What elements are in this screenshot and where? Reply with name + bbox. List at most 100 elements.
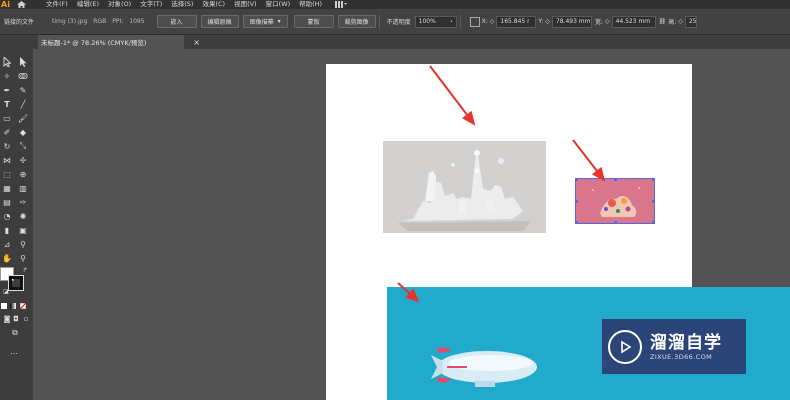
opacity-field[interactable]: 100% ›	[414, 15, 457, 28]
image-trace-button[interactable]: 图像描摹 ▾	[242, 15, 288, 28]
watermark-logo: 溜溜自学 ZIXUE.3D66.COM	[602, 319, 746, 374]
slice-tool-icon[interactable]: ⊿	[1, 238, 13, 250]
menu-window[interactable]: 窗口(W)	[266, 0, 291, 9]
width-field[interactable]: 44.523 mm	[611, 15, 656, 28]
menu-effect[interactable]: 效果(C)	[202, 0, 225, 9]
width-stepper-icon[interactable]: ◇	[605, 18, 610, 25]
perspective-grid-tool-icon[interactable]: ▦	[1, 182, 13, 194]
menu-items: 文件(F) 编辑(E) 对象(O) 文字(T) 选择(S) 效果(C) 视图(V…	[46, 0, 331, 9]
hand-tool-icon[interactable]: ✋	[1, 252, 13, 264]
align-grid-icon[interactable]	[469, 16, 480, 27]
ppi-value: 1095	[129, 18, 145, 25]
scale-tool-icon[interactable]: ⤡	[17, 140, 29, 152]
divider	[378, 14, 380, 29]
height-field[interactable]: 25	[684, 15, 697, 28]
placed-image-city[interactable]	[383, 141, 546, 233]
selection-handle[interactable]	[652, 200, 655, 203]
direct-selection-tool-icon[interactable]	[17, 56, 29, 68]
document-tab-title: 未标题-1* @ 78.26% (CMYK/预览)	[41, 39, 147, 47]
y-label: Y:	[538, 18, 544, 25]
menu-object[interactable]: 对象(O)	[108, 0, 131, 9]
mesh-tool-icon[interactable]: ▥	[17, 182, 29, 194]
chevron-down-icon: ▾	[277, 18, 281, 25]
document-tab-bar: 未标题-1* @ 78.26% (CMYK/预览) ×	[26, 35, 790, 49]
divider	[459, 14, 461, 29]
menu-edit[interactable]: 编辑(E)	[77, 0, 99, 9]
selection-handle[interactable]	[614, 178, 617, 181]
linked-file-label[interactable]: 链接的文件	[4, 17, 34, 26]
width-label: 宽:	[594, 19, 603, 26]
selection-tool-icon[interactable]	[1, 56, 13, 68]
play-icon	[608, 329, 642, 364]
blend-tool-icon[interactable]: ◔	[1, 210, 13, 222]
menu-select[interactable]: 选择(S)	[171, 0, 193, 9]
paintbrush-tool-icon[interactable]: 🖌	[17, 112, 29, 124]
rectangle-tool-icon[interactable]: ▭	[1, 112, 13, 124]
workspace-switcher-icon[interactable]	[335, 0, 349, 9]
zoom-tool-icon[interactable]: ⚲	[17, 252, 29, 264]
puppet-warp-tool-icon[interactable]: ✢	[17, 154, 29, 166]
crop-image-button[interactable]: 裁剪图像	[337, 15, 376, 28]
default-fill-stroke-icon[interactable]: ◪	[0, 285, 12, 297]
swap-fill-stroke-icon[interactable]: ↱	[19, 264, 31, 276]
artboard-tool-icon[interactable]: ▣	[17, 224, 29, 236]
watermark-text: 溜溜自学 ZIXUE.3D66.COM	[650, 333, 722, 361]
selection-handle[interactable]	[652, 178, 655, 181]
width-tool-icon[interactable]: ⋈	[1, 154, 13, 166]
control-bar: 链接的文件 timg (3).jpg RGB PPI: 1095 嵌入 编辑原稿…	[0, 9, 790, 35]
type-tool-icon[interactable]: T	[1, 98, 13, 110]
document-tab[interactable]: 未标题-1* @ 78.26% (CMYK/预览) ×	[38, 35, 200, 49]
none-mode-icon[interactable]	[20, 303, 26, 309]
shaper-tool-icon[interactable]: ✐	[1, 126, 13, 138]
selection-handle[interactable]	[614, 221, 617, 224]
menu-help[interactable]: 帮助(H)	[299, 0, 322, 9]
image-trace-label: 图像描摹	[249, 19, 274, 26]
menu-type[interactable]: 文字(T)	[140, 0, 162, 9]
pen-tool-icon[interactable]: ✒	[1, 84, 13, 96]
free-transform-tool-icon[interactable]: ⬚	[1, 168, 13, 180]
edit-original-button[interactable]: 编辑原稿	[200, 15, 239, 28]
color-mode: RGB	[93, 18, 107, 25]
selection-handle[interactable]	[575, 178, 578, 181]
more-tools-icon[interactable]: ⋯	[8, 347, 20, 359]
tools-panel: ✧ ↂ ✒ ✎ T ╱ ▭ 🖌 ✐ ◆ ↻ ⤡ ⋈ ✢ ⬚ ⊕ ▦ ▥ ▤ ✑ …	[0, 35, 33, 400]
home-icon[interactable]	[14, 0, 28, 9]
selection-handle[interactable]	[575, 221, 578, 224]
menu-file[interactable]: 文件(F)	[46, 0, 68, 9]
eyedropper-tool-icon[interactable]: ✑	[17, 196, 29, 208]
knife-tool-icon[interactable]: ⚲	[17, 238, 29, 250]
y-field[interactable]: 78.493 mm	[551, 15, 592, 28]
gradient-mode-icon[interactable]	[10, 303, 16, 309]
rotate-tool-icon[interactable]: ↻	[1, 140, 13, 152]
curvature-tool-icon[interactable]: ✎	[17, 84, 29, 96]
file-name[interactable]: timg (3).jpg	[52, 18, 87, 25]
opacity-value: 100%	[418, 18, 436, 25]
eraser-tool-icon[interactable]: ◆	[17, 126, 29, 138]
symbol-sprayer-tool-icon[interactable]: ✺	[17, 210, 29, 222]
shape-builder-tool-icon[interactable]: ⊕	[17, 168, 29, 180]
chevron-right-icon: ›	[450, 18, 453, 25]
column-graph-tool-icon[interactable]: ▮	[1, 224, 13, 236]
line-tool-icon[interactable]: ╱	[17, 98, 29, 110]
lasso-tool-icon[interactable]: ↂ	[17, 70, 29, 82]
ppi-label: PPI:	[112, 18, 124, 25]
menu-view[interactable]: 视图(V)	[234, 0, 257, 9]
embed-button[interactable]: 嵌入	[156, 15, 197, 28]
color-mode-icon[interactable]	[1, 303, 7, 309]
magic-wand-tool-icon[interactable]: ✧	[1, 70, 13, 82]
height-stepper-icon[interactable]: ◇	[678, 18, 683, 25]
x-stepper-icon[interactable]: ◇	[490, 18, 495, 25]
y-stepper-icon[interactable]: ◇	[545, 18, 550, 25]
selection-handle[interactable]	[575, 200, 578, 203]
placed-image-pink-selected[interactable]	[575, 178, 655, 224]
gradient-tool-icon[interactable]: ▤	[1, 196, 13, 208]
selection-handle[interactable]	[652, 221, 655, 224]
screen-mode-icon[interactable]: ⧉	[9, 327, 21, 339]
x-label: X:	[481, 18, 488, 25]
draw-inside-icon[interactable]: ▫	[20, 313, 32, 325]
x-field[interactable]: 165.845 r	[496, 15, 537, 28]
link-proportions-icon[interactable]: ⛓	[659, 18, 667, 25]
close-icon[interactable]: ×	[193, 38, 200, 47]
mask-button[interactable]: 蒙版	[293, 15, 334, 28]
opacity-label[interactable]: 不透明度	[387, 17, 411, 26]
